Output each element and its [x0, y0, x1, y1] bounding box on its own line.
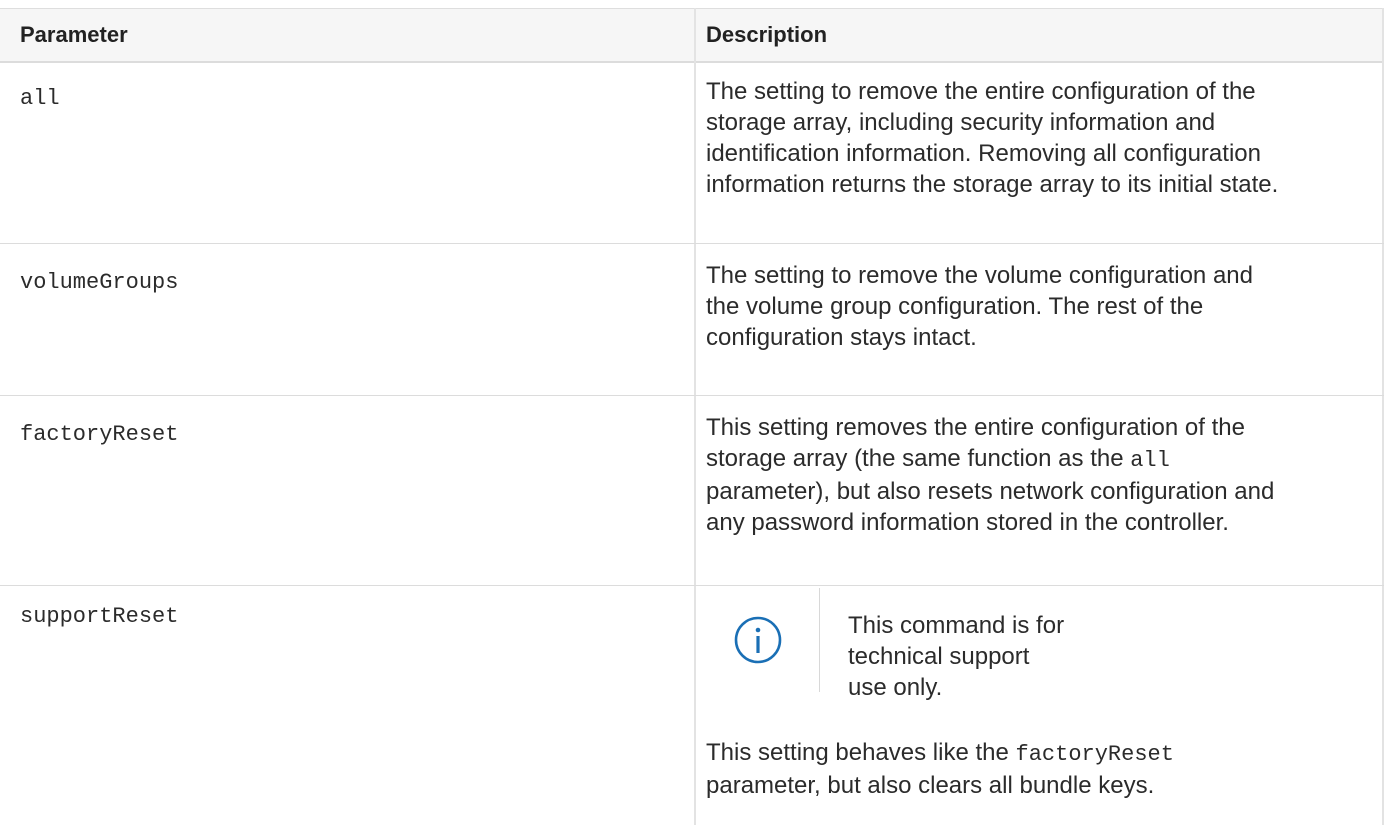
param-name-volumegroups: volumeGroups	[20, 270, 179, 295]
description-column-header: Description	[706, 22, 828, 47]
description-line: parameter, but also clears all bundle ke…	[706, 772, 1155, 799]
param-name-supportreset: supportReset	[20, 604, 179, 629]
description-line: storage array, including security inform…	[706, 109, 1216, 136]
description-line: any password information stored in the c…	[706, 509, 1229, 536]
note-text: This command is for technical support us…	[848, 610, 1148, 703]
description-line: This setting behaves like the factoryRes…	[706, 737, 1371, 770]
column-divider	[694, 8, 696, 825]
description-line: identification information. Removing all…	[706, 140, 1261, 167]
note-divider	[819, 588, 820, 692]
description-text: This setting behaves like the	[706, 739, 1016, 766]
table-header-row: Parameter Description	[0, 8, 1384, 63]
row-divider	[0, 243, 1384, 244]
note-line: use only.	[848, 674, 943, 701]
param-name-all: all	[20, 86, 60, 111]
description-line: configuration stays intact.	[706, 324, 977, 351]
description-line: The setting to remove the entire configu…	[706, 78, 1256, 105]
param-name-factoryreset: factoryReset	[20, 422, 179, 447]
inline-code-factoryreset: factoryReset	[1015, 742, 1174, 767]
row-divider	[0, 585, 1384, 586]
info-icon	[734, 616, 782, 664]
description-line: information returns the storage array to…	[706, 171, 1279, 198]
description-line: the volume group configuration. The rest…	[706, 293, 1204, 320]
param-description-all: The setting to remove the entire configu…	[706, 76, 1371, 200]
parameter-table: Parameter Description all The setting to…	[0, 8, 1384, 825]
description-text: storage array (the same function as the	[706, 445, 1131, 472]
param-description-factoryreset: This setting removes the entire configur…	[706, 412, 1371, 538]
description-line: storage array (the same function as the …	[706, 443, 1371, 476]
inline-code-all: all	[1130, 448, 1170, 473]
description-line: parameter), but also resets network conf…	[706, 478, 1275, 505]
param-description-supportreset: This setting behaves like the factoryRes…	[706, 737, 1371, 801]
description-line: The setting to remove the volume configu…	[706, 262, 1253, 289]
param-description-volumegroups: The setting to remove the volume configu…	[706, 260, 1371, 353]
note-admonition: This command is for technical support us…	[706, 588, 1366, 701]
note-line: This command is for technical support	[848, 612, 1065, 670]
parameter-column-header: Parameter	[20, 22, 128, 47]
description-line: This setting removes the entire configur…	[706, 414, 1245, 441]
row-divider	[0, 395, 1384, 396]
